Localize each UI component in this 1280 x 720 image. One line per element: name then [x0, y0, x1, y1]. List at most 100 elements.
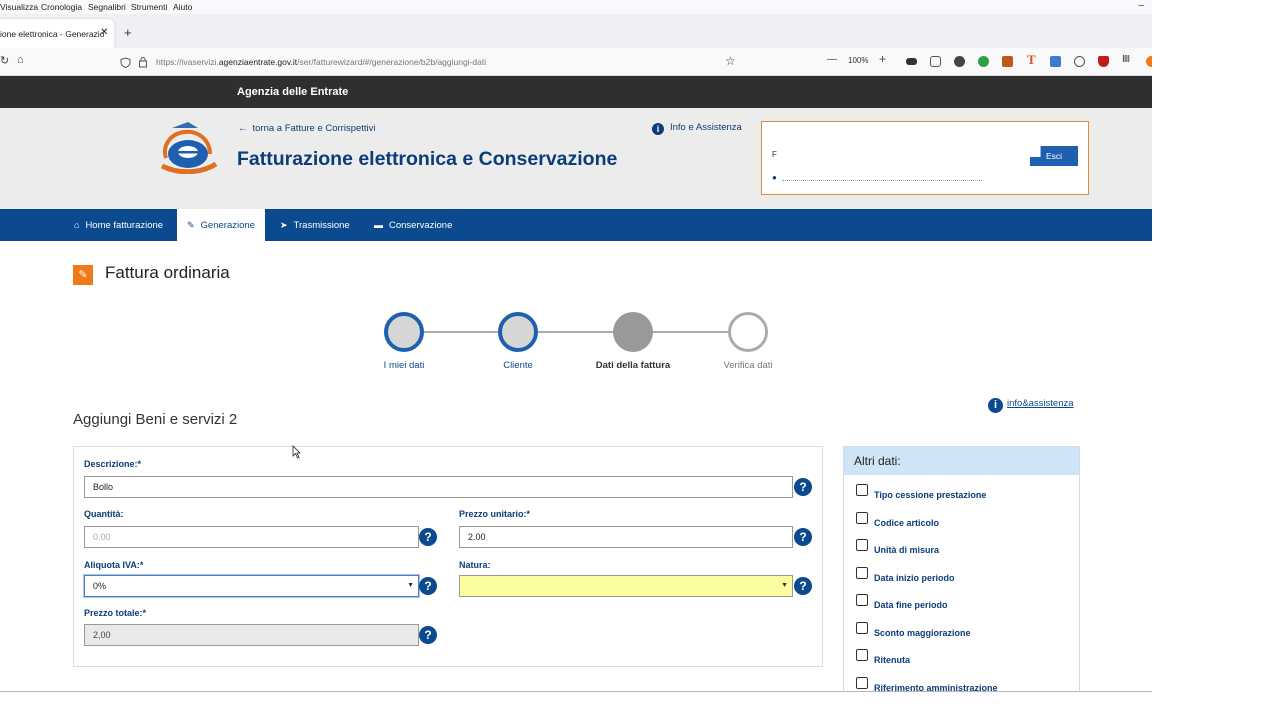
help-icon[interactable]: ?	[794, 577, 812, 595]
step-circle-cliente[interactable]	[498, 312, 538, 352]
arrow-left-icon: ←	[238, 123, 248, 134]
altri-dati-option[interactable]: Data fine periodo	[856, 594, 948, 610]
checkbox[interactable]	[856, 567, 868, 579]
zoom-out-icon[interactable]: —	[827, 54, 837, 65]
bookmark-star-icon[interactable]: ☆	[725, 54, 736, 68]
info-assistenza-link[interactable]: i Info e Assistenza	[652, 122, 742, 135]
browser-tab[interactable]: ione elettronica - Generazio ✕	[0, 19, 114, 48]
descrizione-input[interactable]: Bollo	[84, 476, 793, 498]
menu-cronologia[interactable]: Cronologia	[41, 2, 82, 12]
checkbox[interactable]	[856, 484, 868, 496]
beni-servizi-form: Descrizione:* Bollo ? Quantità: 0.00 ? P…	[73, 446, 823, 667]
quantita-label: Quantità:	[84, 509, 124, 519]
pocket-icon[interactable]	[930, 56, 941, 67]
zoom-level[interactable]: 100%	[848, 56, 868, 65]
step-connector	[424, 331, 498, 333]
help-icon[interactable]: ?	[794, 478, 812, 496]
pencil-icon: ✎	[187, 220, 195, 230]
extension-edge-icon[interactable]	[1146, 56, 1152, 67]
altri-dati-option[interactable]: Sconto maggiorazione	[856, 622, 971, 638]
step-label: Verifica dati	[723, 360, 773, 371]
menu-bar: Visualizza Cronologia Segnalibri Strumen…	[0, 0, 1152, 14]
step-circle-dati-fattura[interactable]	[613, 312, 653, 352]
help-icon[interactable]: ?	[419, 577, 437, 595]
app-title: Fatturazione elettronica e Conservazione	[237, 148, 618, 170]
natura-select[interactable]: ▼	[459, 575, 793, 597]
altri-dati-option[interactable]: Data inizio periodo	[856, 567, 955, 583]
nav-home-fatturazione[interactable]: ⌂ Home fatturazione	[64, 209, 173, 241]
step-label: I miei dati	[383, 360, 425, 371]
close-tab-icon[interactable]: ✕	[100, 27, 108, 38]
user-name: F	[772, 150, 777, 159]
help-icon[interactable]: ?	[419, 626, 437, 644]
nav-conservazione[interactable]: ▬ Conservazione	[364, 209, 462, 241]
url-text: https://ivaservizi.agenziaentrate.gov.it…	[156, 57, 487, 67]
extension-orange-icon[interactable]	[1002, 56, 1013, 67]
reload-icon[interactable]: ↻	[0, 54, 9, 67]
aliquota-iva-select[interactable]: 0% ▼	[84, 575, 419, 597]
step-label-current: Dati della fattura	[595, 360, 671, 371]
quantita-input[interactable]: 0.00	[84, 526, 419, 548]
natura-label: Natura:	[459, 560, 491, 570]
help-icon[interactable]: ?	[419, 528, 437, 546]
altri-dati-option[interactable]: Ritenuta	[856, 649, 910, 665]
prezzo-totale-input: 2,00	[84, 624, 419, 646]
mouse-cursor-icon	[292, 445, 301, 459]
lock-icon	[139, 57, 147, 68]
minimize-icon[interactable]: –	[1138, 0, 1144, 11]
new-tab-icon[interactable]: +	[124, 26, 132, 39]
altri-dati-panel: Altri dati: Tipo cessione prestazione Co…	[843, 446, 1080, 692]
altri-dati-option[interactable]: Tipo cessione prestazione	[856, 484, 986, 500]
translate-icon[interactable]	[1050, 56, 1061, 67]
site-header: ← torna a Fatture e Corrispettivi Fattura…	[0, 108, 1152, 209]
help-icon[interactable]: ?	[794, 528, 812, 546]
checkbox[interactable]	[856, 622, 868, 634]
extension-green-icon[interactable]	[978, 56, 989, 67]
extension-dark-icon[interactable]	[954, 56, 965, 67]
altri-dati-option[interactable]: Codice articolo	[856, 512, 939, 528]
menu-segnalibri[interactable]: Segnalibri	[88, 2, 126, 12]
info-icon: i	[652, 123, 664, 135]
checkbox[interactable]	[856, 649, 868, 661]
main-nav: ⌂ Home fatturazione ✎ Generazione ➤ Trasmis…	[0, 209, 1152, 241]
extension-t-icon[interactable]: T	[1027, 52, 1036, 68]
descrizione-label: Descrizione:*	[84, 459, 142, 469]
aliquota-iva-value: 0%	[93, 581, 107, 591]
user-box: F ● Esci	[761, 121, 1089, 195]
page-title: Fattura ordinaria	[105, 263, 230, 282]
step-circle-i-miei-dati[interactable]	[384, 312, 424, 352]
extension-circle-icon[interactable]	[1074, 56, 1085, 67]
edit-document-icon: ✎	[73, 265, 93, 285]
shield-icon	[120, 57, 131, 68]
url-bar[interactable]: https://ivaservizi.agenziaentrate.gov.it…	[112, 51, 748, 73]
checkbox[interactable]	[856, 677, 868, 689]
altri-dati-title: Altri dati:	[844, 447, 1079, 475]
nav-generazione[interactable]: ✎ Generazione	[177, 209, 265, 241]
checkbox[interactable]	[856, 539, 868, 551]
back-to-fatture-link[interactable]: ← torna a Fatture e Corrispettivi	[238, 123, 376, 134]
step-connector	[538, 331, 614, 333]
zoom-in-icon[interactable]: +	[879, 52, 886, 66]
logout-button[interactable]: Esci	[1030, 146, 1078, 166]
nav-trasmissione[interactable]: ➤ Trasmissione	[270, 209, 360, 241]
agency-logo-icon[interactable]	[158, 120, 218, 174]
menu-visualizza[interactable]: Visualizza	[0, 2, 38, 12]
step-circle-verifica-dati[interactable]	[728, 312, 768, 352]
library-icon[interactable]: IIII	[1122, 54, 1130, 65]
checkbox[interactable]	[856, 594, 868, 606]
info-assistenza-help-link[interactable]: i info&assistenza	[988, 398, 1074, 413]
checkbox[interactable]	[856, 512, 868, 524]
menu-aiuto[interactable]: Aiuto	[173, 2, 192, 12]
extension-red-icon[interactable]	[1098, 56, 1109, 67]
altri-dati-option[interactable]: Riferimento amministrazione	[856, 677, 998, 692]
prezzo-unitario-input[interactable]: 2.00	[459, 526, 793, 548]
window-bottom-border	[0, 691, 1152, 692]
home-icon[interactable]: ⌂	[17, 54, 24, 66]
altri-dati-option[interactable]: Unità di misura	[856, 539, 939, 555]
menu-strumenti[interactable]: Strumenti	[131, 2, 167, 12]
chevron-down-icon: ▼	[407, 582, 414, 589]
user-details	[782, 180, 982, 181]
extension-glasses-icon[interactable]	[906, 58, 917, 65]
agency-brand[interactable]: Agenzia delle Entrate	[237, 86, 348, 98]
chevron-down-icon: ▼	[781, 582, 788, 589]
